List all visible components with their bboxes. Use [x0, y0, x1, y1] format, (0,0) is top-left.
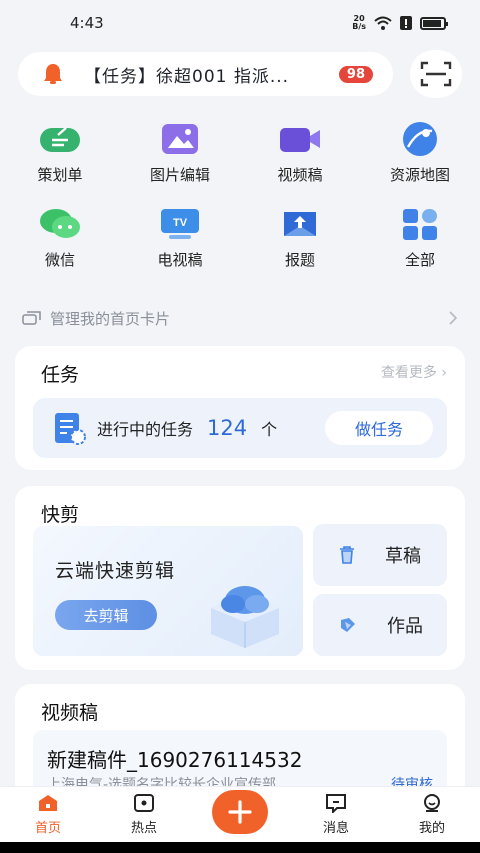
function-grid: 策划单 图片编辑 视频稿 资源地图 微信 TV 电视稿 报题 全部: [0, 120, 480, 270]
add-button[interactable]: [212, 790, 268, 834]
trash-draft-icon: [340, 546, 354, 564]
tab-home-label: 首页: [34, 821, 61, 836]
hot-icon: [134, 794, 154, 812]
network-speed: 20 B/s: [352, 15, 366, 31]
grid-item-report[interactable]: 报题: [240, 205, 360, 270]
ongoing-tasks-label: 进行中的任务: [97, 420, 194, 439]
grid-label: 电视稿: [157, 251, 203, 269]
task-list-icon: [55, 413, 86, 445]
profile-icon: [424, 794, 440, 812]
battery-icon: [420, 16, 448, 30]
task-card: 任务 查看更多 › 进行中的任务 124 个 做任务: [15, 346, 465, 470]
chevron-right-icon: [449, 311, 458, 325]
grid-item-tv[interactable]: TV 电视稿: [120, 205, 240, 270]
alert-icon: [400, 16, 412, 30]
grid-item-plan[interactable]: 策划单: [0, 120, 120, 185]
wifi-icon: [374, 16, 392, 30]
tab-home[interactable]: 首页: [0, 787, 96, 842]
grid-item-resource-map[interactable]: 资源地图: [360, 120, 480, 185]
grid-label: 报题: [284, 251, 315, 269]
system-nav-bar: [0, 842, 480, 853]
view-more-link[interactable]: 查看更多 ›: [381, 362, 447, 382]
works-label: 作品: [387, 616, 423, 637]
manage-cards-label: 管理我的首页卡片: [50, 309, 171, 328]
grid-label: 微信: [44, 251, 75, 269]
cloud-edit-panel[interactable]: 云端快速剪辑 去剪辑: [33, 526, 303, 656]
notice-badge: 98: [338, 65, 373, 83]
tab-message-label: 消息: [322, 821, 349, 836]
quick-clip-card: 快剪 云端快速剪辑 去剪辑 草稿 作品: [15, 486, 465, 670]
message-icon: [326, 794, 346, 813]
grid-label: 全部: [404, 251, 435, 269]
tv-icon: TV: [158, 205, 202, 243]
cloud-box-illustration: [211, 586, 279, 648]
network-speed-unit: B/s: [352, 22, 366, 31]
cards-icon: [22, 311, 41, 325]
status-bar: 4:43 20 B/s: [0, 0, 480, 46]
task-card-title: 任务: [41, 364, 80, 386]
go-edit-button[interactable]: 去剪辑: [55, 600, 157, 630]
tab-profile[interactable]: 我的: [384, 787, 480, 842]
grid-label: 视频稿: [277, 166, 323, 184]
plus-icon: [228, 800, 252, 824]
plan-icon: [38, 120, 82, 158]
bell-icon: [44, 64, 62, 84]
battery-level: [423, 19, 441, 27]
video-draft-title: 视频稿: [41, 702, 99, 724]
manage-cards-row[interactable]: 管理我的首页卡片: [22, 306, 458, 330]
resource-map-icon: [398, 120, 442, 158]
tab-hot-label: 热点: [130, 821, 157, 836]
image-edit-icon: [158, 120, 202, 158]
ongoing-tasks-unit: 个: [261, 420, 278, 439]
grid-label: 资源地图: [389, 166, 450, 184]
video-icon: [278, 120, 322, 158]
status-time: 4:43: [70, 14, 104, 32]
draft-item-name: 新建稿件_1690276114532: [47, 748, 303, 772]
home-icon: [39, 795, 57, 811]
do-task-button[interactable]: 做任务: [325, 411, 433, 445]
cloud-edit-title: 云端快速剪辑: [55, 560, 176, 582]
works-icon: [341, 618, 355, 632]
status-icons: 20 B/s: [352, 15, 448, 31]
tab-profile-label: 我的: [418, 821, 445, 836]
notice-text: 【任务】徐超001 指派...: [84, 66, 290, 87]
grid-item-all[interactable]: 全部: [360, 205, 480, 270]
scan-icon: [420, 61, 452, 87]
grid-label: 图片编辑: [149, 166, 210, 184]
drafts-tile[interactable]: 草稿: [313, 524, 447, 586]
tab-hot[interactable]: 热点: [96, 787, 192, 842]
ongoing-tasks-count: 124: [207, 416, 248, 440]
report-icon: [278, 205, 322, 243]
scan-button[interactable]: [410, 50, 462, 98]
wechat-icon: [38, 205, 82, 243]
grid-item-video[interactable]: 视频稿: [240, 120, 360, 185]
drafts-label: 草稿: [385, 546, 421, 567]
grid-item-image-edit[interactable]: 图片编辑: [120, 120, 240, 185]
view-more-label: 查看更多: [380, 365, 437, 381]
all-icon: [398, 205, 442, 243]
grid-label: 策划单: [37, 166, 83, 184]
svg-text:TV: TV: [173, 217, 188, 229]
ongoing-tasks-row[interactable]: 进行中的任务 124 个 做任务: [33, 398, 447, 458]
notice-bar[interactable]: 【任务】徐超001 指派... 98: [18, 52, 393, 96]
tab-message[interactable]: 消息: [288, 787, 384, 842]
grid-item-wechat[interactable]: 微信: [0, 205, 120, 270]
works-tile[interactable]: 作品: [313, 594, 447, 656]
quick-clip-title: 快剪: [41, 504, 80, 526]
